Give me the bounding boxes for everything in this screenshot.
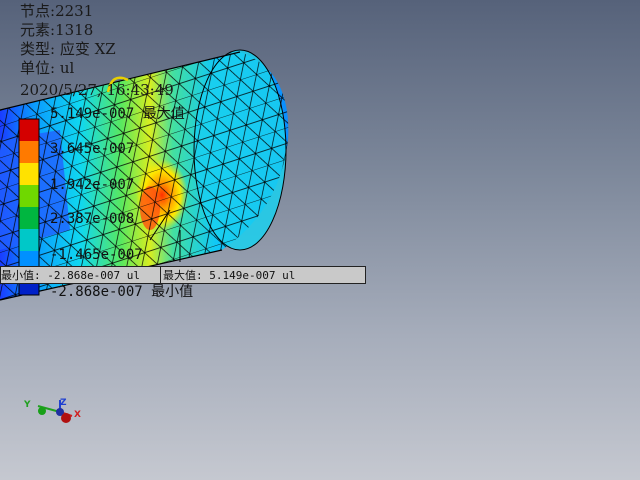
info-element: 元素:1318 (20, 21, 94, 39)
legend-swatch (19, 207, 39, 229)
triad-y-axis (38, 407, 46, 415)
legend-level-label: 1.942e-007 (50, 177, 135, 193)
legend-swatch (19, 119, 39, 141)
legend-swatch (19, 229, 39, 251)
info-unit: 单位: ul (20, 59, 75, 77)
legend-level-label: -1.465e-007 (50, 247, 143, 263)
view-triad[interactable] (22, 394, 82, 434)
legend-swatch (19, 141, 39, 163)
legend-max-label: 5.149e-007 最大值 (50, 106, 185, 122)
info-type: 类型: 应变 XZ (20, 40, 116, 58)
legend-min-label: -2.868e-007 最小值 (50, 284, 194, 300)
triad-x-axis (61, 413, 71, 423)
triad-label-x: X (74, 410, 81, 420)
legend-swatch (19, 163, 39, 185)
info-node: 节点:2231 (20, 2, 94, 20)
max-probe-label[interactable]: 最大值: 5.149e-007 ul (160, 266, 366, 284)
info-timestamp: 2020/5/27, 16:43:49 (20, 81, 174, 99)
legend-swatch (19, 185, 39, 207)
legend-level-label: 3.645e-007 (50, 141, 135, 157)
triad-label-y: Y (24, 400, 31, 410)
legend-level-label: 2.387e-008 (50, 211, 135, 227)
fea-model[interactable] (0, 0, 640, 480)
graphics-viewport[interactable]: 节点:2231 元素:1318 类型: 应变 XZ 单位: ul 2020/5/… (0, 0, 640, 480)
min-probe-label[interactable]: 最小值: -2.868e-007 ul (0, 266, 186, 284)
triad-label-z: Z (60, 398, 67, 408)
